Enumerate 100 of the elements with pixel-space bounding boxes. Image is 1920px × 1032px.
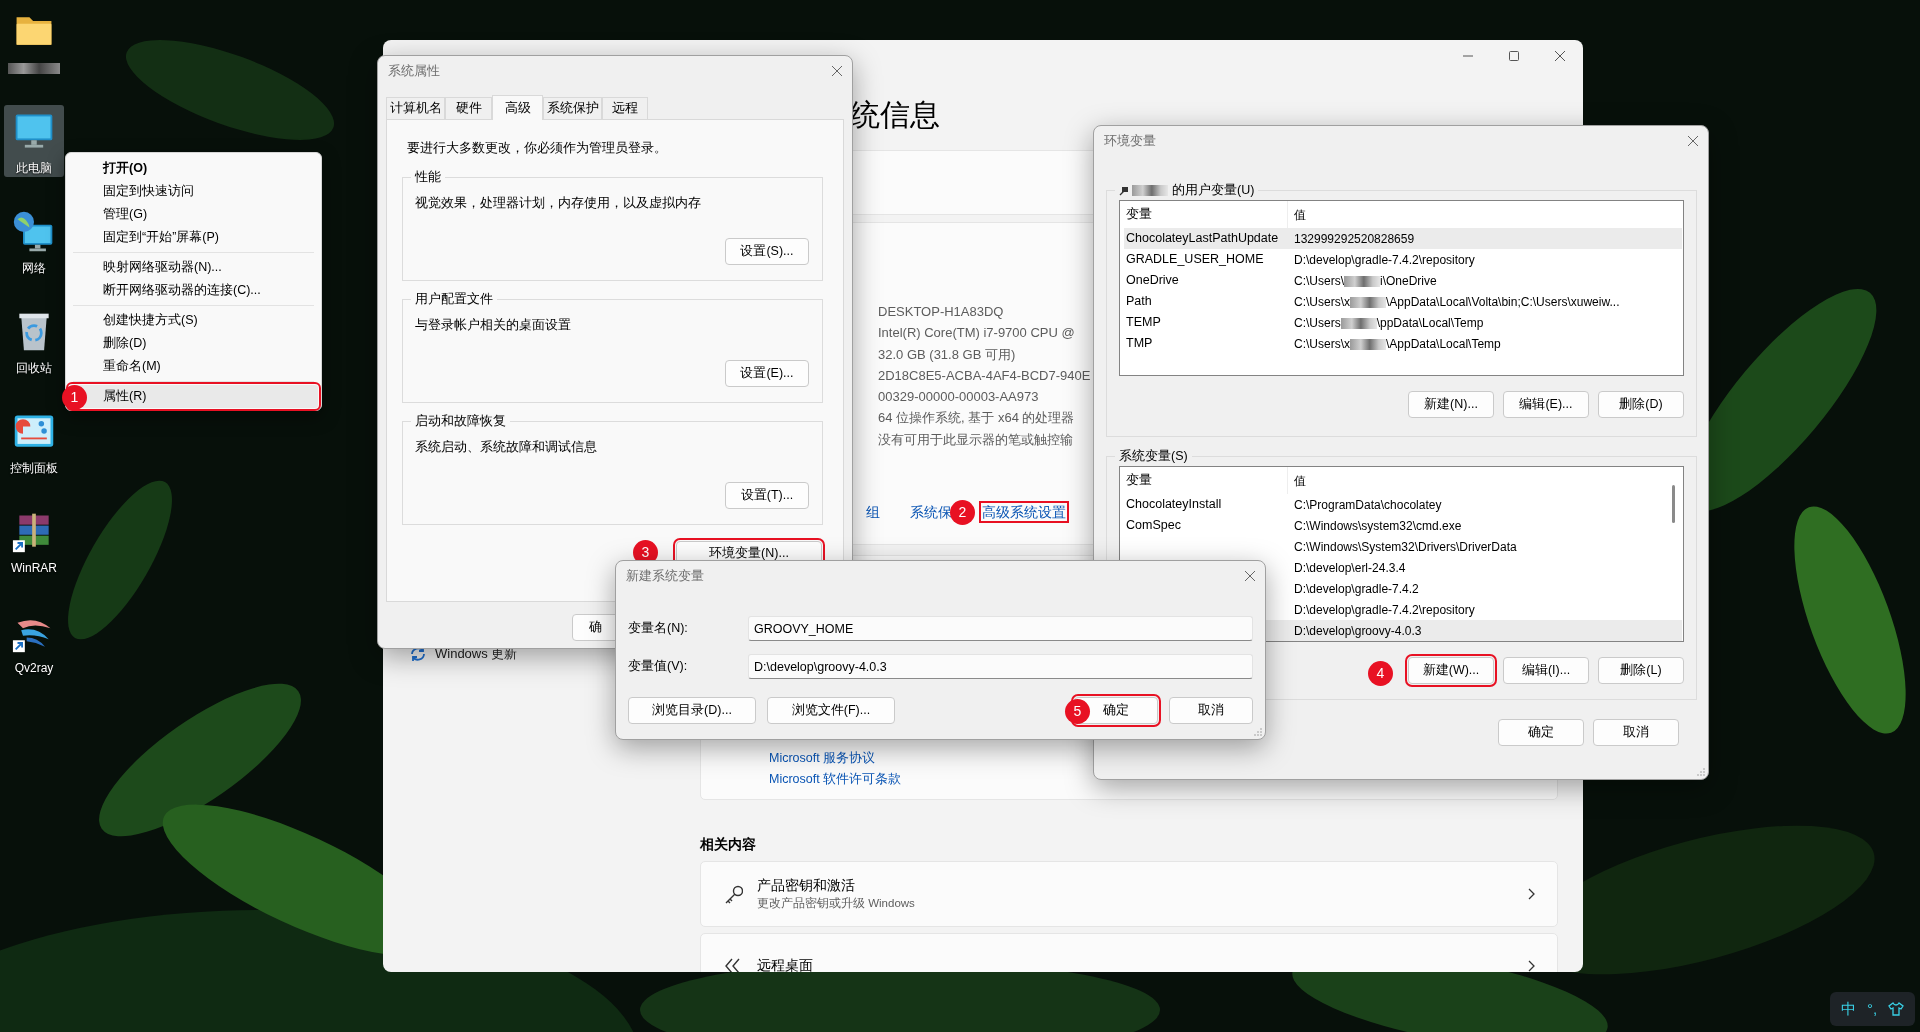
card-subtitle: 更改产品密钥或升级 Windows <box>757 896 916 911</box>
menu-item[interactable]: 断开网络驱动器的连接(C)... <box>69 279 318 302</box>
settings-link-card[interactable]: 远程桌面 <box>700 933 1558 972</box>
dialog-button[interactable]: 确定 <box>1498 719 1584 746</box>
window-title: 新建系统变量 <box>626 567 704 585</box>
table-row[interactable]: ComSpec C:\Windows\system32\cmd.exe <box>1124 515 1682 536</box>
step-badge: 2 <box>950 500 975 526</box>
tab[interactable]: 高级 <box>492 95 543 120</box>
dialog-button[interactable]: 取消 <box>1169 697 1253 724</box>
desktop-item[interactable]: WinRAR <box>4 505 64 577</box>
desktop-item[interactable]: 网络 <box>4 205 64 277</box>
close-icon[interactable] <box>1554 50 1566 62</box>
group-description: 与登录帐户相关的桌面设置 <box>415 317 572 334</box>
menu-item[interactable]: 删除(D) <box>69 332 318 355</box>
resize-grip-icon <box>1697 768 1705 776</box>
tab[interactable]: 硬件 <box>445 97 492 119</box>
table-row[interactable]: TMP C:\Users\x \AppData\Local\Temp <box>1124 333 1682 354</box>
input-field[interactable]: D:\develop\groovy-4.0.3 <box>748 654 1253 679</box>
browse-button[interactable]: 浏览文件(F)... <box>767 697 895 724</box>
group-description: 系统启动、系统故障和调试信息 <box>415 439 598 456</box>
table-row[interactable]: C:\Windows\System32\Drivers\DriverData <box>1124 536 1682 557</box>
spec-value: 00329-00000-00003-AA973 <box>878 388 1039 407</box>
settings-button[interactable]: 设置(E)... <box>725 360 809 387</box>
menu-item[interactable]: 管理(G) <box>69 203 318 226</box>
table-cell-text: C:\Windows\system32\cmd.exe <box>1293 517 1462 535</box>
desktop-item[interactable]: 回收站 <box>4 305 64 377</box>
spec-value: 2D18C8E5-ACBA-4AF4-BCD7-940E <box>878 366 1091 385</box>
card-title: 远程桌面 <box>757 957 814 972</box>
dialog-button[interactable]: 删除(D) <box>1598 391 1684 418</box>
desktop-item[interactable]: 控制面板 <box>4 405 64 477</box>
resize-grip-icon <box>1254 728 1262 736</box>
info-text: 要进行大多数更改，你必须作为管理员登录。 <box>406 140 668 157</box>
tab[interactable]: 远程 <box>602 97 648 119</box>
menu-item[interactable]: 固定到快速访问 <box>69 180 318 203</box>
table-row[interactable]: TEMP C:\Users \ppData\Local\Temp <box>1124 312 1682 333</box>
spec-value: Intel(R) Core(TM) i7-9700 CPU @ <box>878 324 1075 343</box>
browse-button[interactable]: 浏览目录(D)... <box>628 697 756 724</box>
settings-button[interactable]: 设置(S)... <box>725 238 809 265</box>
settings-button[interactable]: 设置(T)... <box>725 482 809 509</box>
table-row[interactable]: OneDrive C:\Users\ i\OneDrive <box>1124 270 1682 291</box>
table-row[interactable]: ChocolateyLastPathUpdate 132999292520828659 <box>1124 228 1682 249</box>
close-icon[interactable] <box>831 65 843 77</box>
group-title: 系统变量(S) <box>1119 449 1188 463</box>
dialog-button[interactable]: 新建(W)... <box>1408 657 1494 684</box>
section-heading: 相关内容 <box>700 835 757 854</box>
card-title: 产品密钥和激活 <box>757 877 856 895</box>
table-cell-text: D:\develop\gradle-7.4.2 <box>1293 580 1419 598</box>
input-field[interactable]: GROOVY_HOME <box>748 616 1253 641</box>
table-cell-text: C:\ProgramData\chocolatey <box>1293 496 1442 514</box>
close-icon[interactable] <box>1687 135 1699 147</box>
link[interactable]: 组 <box>866 504 880 521</box>
column-header: 变量 <box>1124 467 1288 494</box>
window-title: 环境变量 <box>1104 132 1156 150</box>
desktop-item[interactable]: Qv2ray <box>4 605 64 677</box>
desktop-item[interactable]: 此电脑 <box>4 105 64 177</box>
table-cell-text: D:\develop\erl-24.3.4 <box>1293 559 1406 577</box>
input-method-indicator[interactable]: 中 °, <box>1830 992 1915 1026</box>
spec-value: 32.0 GB (31.8 GB 可用) <box>878 345 1016 364</box>
table-cell-text: GRADLE_USER_HOME <box>1125 251 1265 269</box>
table-cell-text: OneDrive <box>1125 272 1180 290</box>
table-cell-text: D:\develop\gradle-7.4.2\repository <box>1293 251 1475 269</box>
chevron-icon <box>1527 888 1535 900</box>
pin-icon <box>1119 185 1129 196</box>
spec-value: 没有可用于此显示器的笔或触控输 <box>878 430 1073 449</box>
field-label: 变量值(V): <box>628 658 689 676</box>
table-row[interactable]: Path C:\Users\x \AppData\Local\Volta\bin;C:\Users\xuweiw... <box>1124 291 1682 312</box>
dialog-button[interactable]: 编辑(I)... <box>1503 657 1589 684</box>
menu-item[interactable]: 创建快捷方式(S) <box>69 309 318 332</box>
table-cell-text: C:\Users\x \AppData\Local\Volta\bin;C:\Users\xuweiw... <box>1293 293 1620 311</box>
table-cell-text: C:\Users\ i\OneDrive <box>1293 272 1437 290</box>
ime-mode: °, <box>1866 998 1878 1019</box>
group-title: 性能 <box>414 169 442 185</box>
key-icon <box>723 884 743 904</box>
table-cell-text: Path <box>1125 293 1153 311</box>
group-title: 启动和故障恢复 <box>414 413 507 429</box>
table-cell-text: C:\Windows\System32\Drivers\DriverData <box>1293 538 1517 556</box>
link[interactable]: 高级系统设置 <box>982 504 1066 521</box>
menu-item[interactable]: 重命名(M) <box>69 355 318 378</box>
dialog-button[interactable]: 取消 <box>1593 719 1679 746</box>
table-row[interactable]: GRADLE_USER_HOME D:\develop\gradle-7.4.2\repository <box>1124 249 1682 270</box>
table-cell-text: TMP <box>1125 335 1154 353</box>
group-title: 用户配置文件 <box>414 291 494 307</box>
column-header: 值 <box>1293 206 1306 224</box>
table-cell-text: C:\Users\x \AppData\Local\Temp <box>1293 335 1501 353</box>
shirt-icon <box>1887 1001 1904 1017</box>
maximize-icon[interactable] <box>1508 50 1520 62</box>
link[interactable]: Microsoft 软件许可条款 <box>769 772 902 786</box>
menu-item[interactable]: 映射网络驱动器(N)... <box>69 256 318 279</box>
settings-link-card[interactable]: 产品密钥和激活 更改产品密钥或升级 Windows <box>700 861 1558 927</box>
tab[interactable]: 计算机名 <box>386 97 445 119</box>
tab[interactable]: 系统保护 <box>543 97 602 119</box>
menu-item[interactable]: 固定到“开始”屏幕(P) <box>69 226 318 249</box>
scrollbar-thumb[interactable] <box>1672 485 1675 523</box>
link[interactable]: Microsoft 服务协议 <box>769 751 876 765</box>
table-row[interactable]: ChocolateyInstall C:\ProgramData\chocolatey <box>1124 494 1682 515</box>
close-icon[interactable] <box>1244 570 1256 582</box>
dialog-button[interactable]: 编辑(E)... <box>1503 391 1589 418</box>
dialog-button[interactable]: 新建(N)... <box>1408 391 1494 418</box>
menu-item[interactable]: 打开(O) <box>69 157 318 180</box>
dialog-button[interactable]: 删除(L) <box>1598 657 1684 684</box>
